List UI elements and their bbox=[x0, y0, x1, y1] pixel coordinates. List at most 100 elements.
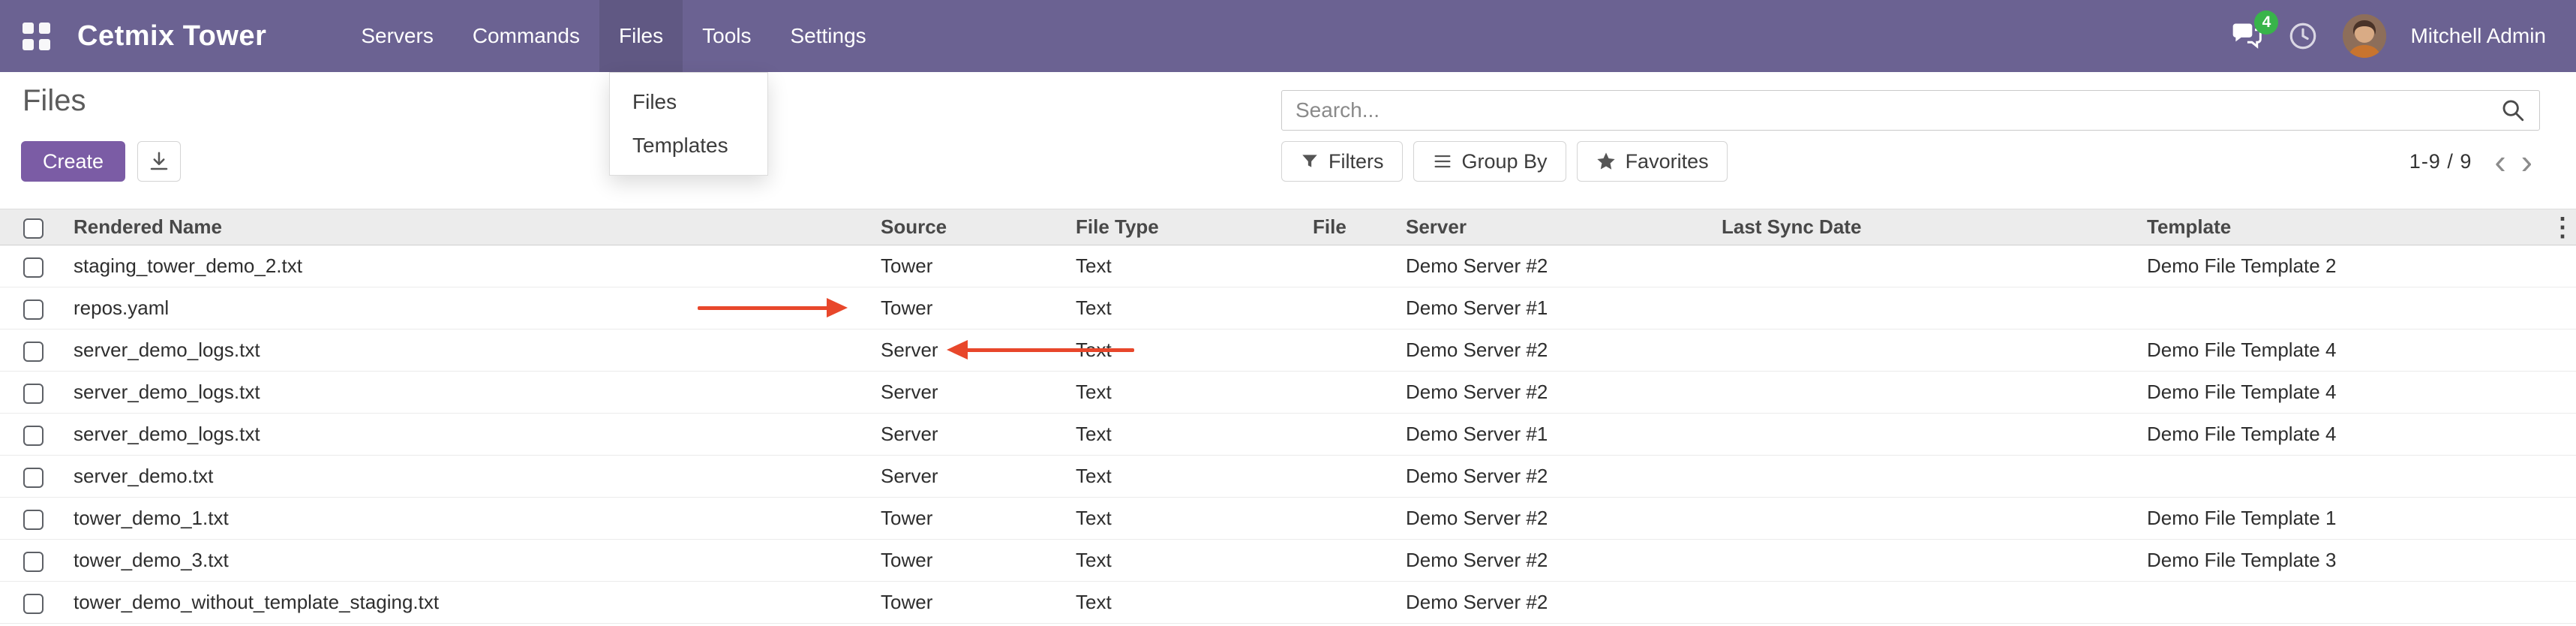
cell-rendered-name[interactable]: server_demo_logs.txt bbox=[66, 372, 873, 414]
row-checkbox-cell bbox=[0, 540, 66, 582]
menu-item-tools[interactable]: Tools bbox=[683, 0, 770, 72]
files-table-body: staging_tower_demo_2.txt Tower Text Demo… bbox=[0, 245, 2576, 624]
main-menu: Servers Commands Files Tools Settings bbox=[341, 0, 885, 72]
search-input[interactable] bbox=[1296, 98, 2500, 122]
column-header-file-type[interactable]: File Type bbox=[1068, 209, 1305, 245]
cell-last-sync-date bbox=[1714, 498, 2139, 540]
table-row[interactable]: tower_demo_without_template_staging.txt … bbox=[0, 582, 2576, 624]
apps-menu-button[interactable] bbox=[0, 0, 73, 72]
cell-file bbox=[1305, 245, 1398, 287]
table-row[interactable]: server_demo.txt Server Text Demo Server … bbox=[0, 456, 2576, 498]
table-row[interactable]: tower_demo_1.txt Tower Text Demo Server … bbox=[0, 498, 2576, 540]
row-checkbox[interactable] bbox=[23, 257, 44, 278]
column-header-server[interactable]: Server bbox=[1398, 209, 1714, 245]
cell-rendered-name[interactable]: server_demo.txt bbox=[66, 456, 873, 498]
menu-item-files[interactable]: Files bbox=[599, 0, 683, 72]
cell-file bbox=[1305, 330, 1398, 372]
search-icon[interactable] bbox=[2500, 98, 2526, 123]
row-checkbox[interactable] bbox=[23, 342, 44, 362]
cell-template: Demo File Template 1 bbox=[2139, 498, 2549, 540]
cell-server: Demo Server #1 bbox=[1398, 287, 1714, 330]
cell-last-sync-date bbox=[1714, 582, 2139, 624]
page-title: Files bbox=[23, 84, 86, 118]
select-all-cell bbox=[0, 209, 66, 245]
cell-last-sync-date bbox=[1714, 456, 2139, 498]
cell-last-sync-date bbox=[1714, 245, 2139, 287]
column-header-rendered-name[interactable]: Rendered Name bbox=[66, 209, 873, 245]
cell-file-type: Text bbox=[1068, 372, 1305, 414]
column-header-file[interactable]: File bbox=[1305, 209, 1398, 245]
menu-item-settings[interactable]: Settings bbox=[771, 0, 886, 72]
column-header-last-sync-date[interactable]: Last Sync Date bbox=[1714, 209, 2139, 245]
select-all-checkbox[interactable] bbox=[23, 218, 44, 239]
column-header-template[interactable]: Template bbox=[2139, 209, 2549, 245]
annotation-arrow-to-source-tower bbox=[698, 298, 848, 318]
cell-source: Tower bbox=[873, 287, 1068, 330]
cell-rendered-name[interactable]: server_demo_logs.txt bbox=[66, 414, 873, 456]
cell-template: Demo File Template 4 bbox=[2139, 330, 2549, 372]
cell-file bbox=[1305, 287, 1398, 330]
column-options-button[interactable]: ⋮ bbox=[2549, 209, 2576, 245]
row-checkbox[interactable] bbox=[23, 510, 44, 530]
cell-source: Tower bbox=[873, 498, 1068, 540]
cell-file bbox=[1305, 414, 1398, 456]
cell-template: Demo File Template 4 bbox=[2139, 414, 2549, 456]
row-checkbox-cell bbox=[0, 498, 66, 540]
group-by-button[interactable]: Group By bbox=[1413, 141, 1566, 182]
cell-server: Demo Server #2 bbox=[1398, 372, 1714, 414]
pager-previous-button[interactable]: ‹ bbox=[2487, 144, 2513, 179]
table-row[interactable]: server_demo_logs.txt Server Text Demo Se… bbox=[0, 414, 2576, 456]
cell-end-spacer bbox=[2549, 287, 2576, 330]
export-button[interactable] bbox=[137, 141, 181, 182]
row-checkbox[interactable] bbox=[23, 299, 44, 320]
pager-next-button[interactable]: › bbox=[2514, 144, 2540, 179]
top-navbar: Cetmix Tower Servers Commands Files Tool… bbox=[0, 0, 2576, 72]
cell-rendered-name[interactable]: staging_tower_demo_2.txt bbox=[66, 245, 873, 287]
create-button[interactable]: Create bbox=[21, 141, 125, 182]
row-checkbox[interactable] bbox=[23, 384, 44, 404]
app-brand[interactable]: Cetmix Tower bbox=[77, 20, 266, 53]
row-checkbox[interactable] bbox=[23, 468, 44, 488]
row-checkbox[interactable] bbox=[23, 426, 44, 446]
cell-end-spacer bbox=[2549, 372, 2576, 414]
cell-last-sync-date bbox=[1714, 540, 2139, 582]
table-row[interactable]: repos.yaml Tower Text Demo Server #1 bbox=[0, 287, 2576, 330]
column-header-source[interactable]: Source bbox=[873, 209, 1068, 245]
row-checkbox-cell bbox=[0, 245, 66, 287]
cell-rendered-name[interactable]: tower_demo_3.txt bbox=[66, 540, 873, 582]
messages-button[interactable]: 4 bbox=[2230, 20, 2263, 53]
cell-server: Demo Server #2 bbox=[1398, 582, 1714, 624]
user-name[interactable]: Mitchell Admin bbox=[2410, 24, 2546, 48]
group-by-label: Group By bbox=[1462, 150, 1548, 173]
activities-button[interactable] bbox=[2287, 20, 2319, 52]
table-header-row: Rendered Name Source File Type File Serv… bbox=[0, 209, 2576, 245]
table-row[interactable]: staging_tower_demo_2.txt Tower Text Demo… bbox=[0, 245, 2576, 287]
table-row[interactable]: tower_demo_3.txt Tower Text Demo Server … bbox=[0, 540, 2576, 582]
row-checkbox[interactable] bbox=[23, 594, 44, 614]
table-row[interactable]: server_demo_logs.txt Server Text Demo Se… bbox=[0, 372, 2576, 414]
menu-item-servers[interactable]: Servers bbox=[341, 0, 452, 72]
user-avatar[interactable] bbox=[2343, 14, 2386, 58]
messages-count-badge: 4 bbox=[2254, 11, 2278, 35]
cell-source: Server bbox=[873, 456, 1068, 498]
cell-template: Demo File Template 2 bbox=[2139, 245, 2549, 287]
cell-rendered-name[interactable]: tower_demo_1.txt bbox=[66, 498, 873, 540]
cell-template bbox=[2139, 582, 2549, 624]
cell-server: Demo Server #2 bbox=[1398, 498, 1714, 540]
cell-rendered-name[interactable]: server_demo_logs.txt bbox=[66, 330, 873, 372]
cell-end-spacer bbox=[2549, 330, 2576, 372]
filters-button[interactable]: Filters bbox=[1281, 141, 1403, 182]
dropdown-item-templates[interactable]: Templates bbox=[610, 124, 767, 167]
dropdown-item-files[interactable]: Files bbox=[610, 80, 767, 124]
row-checkbox-cell bbox=[0, 456, 66, 498]
row-checkbox[interactable] bbox=[23, 552, 44, 572]
cell-source: Server bbox=[873, 414, 1068, 456]
favorites-button[interactable]: Favorites bbox=[1577, 141, 1728, 182]
cell-file-type: Text bbox=[1068, 245, 1305, 287]
cell-template: Demo File Template 3 bbox=[2139, 540, 2549, 582]
table-row[interactable]: server_demo_logs.txt Server Text Demo Se… bbox=[0, 330, 2576, 372]
cell-rendered-name[interactable]: tower_demo_without_template_staging.txt bbox=[66, 582, 873, 624]
menu-item-commands[interactable]: Commands bbox=[453, 0, 599, 72]
cell-source: Tower bbox=[873, 582, 1068, 624]
cell-file-type: Text bbox=[1068, 540, 1305, 582]
